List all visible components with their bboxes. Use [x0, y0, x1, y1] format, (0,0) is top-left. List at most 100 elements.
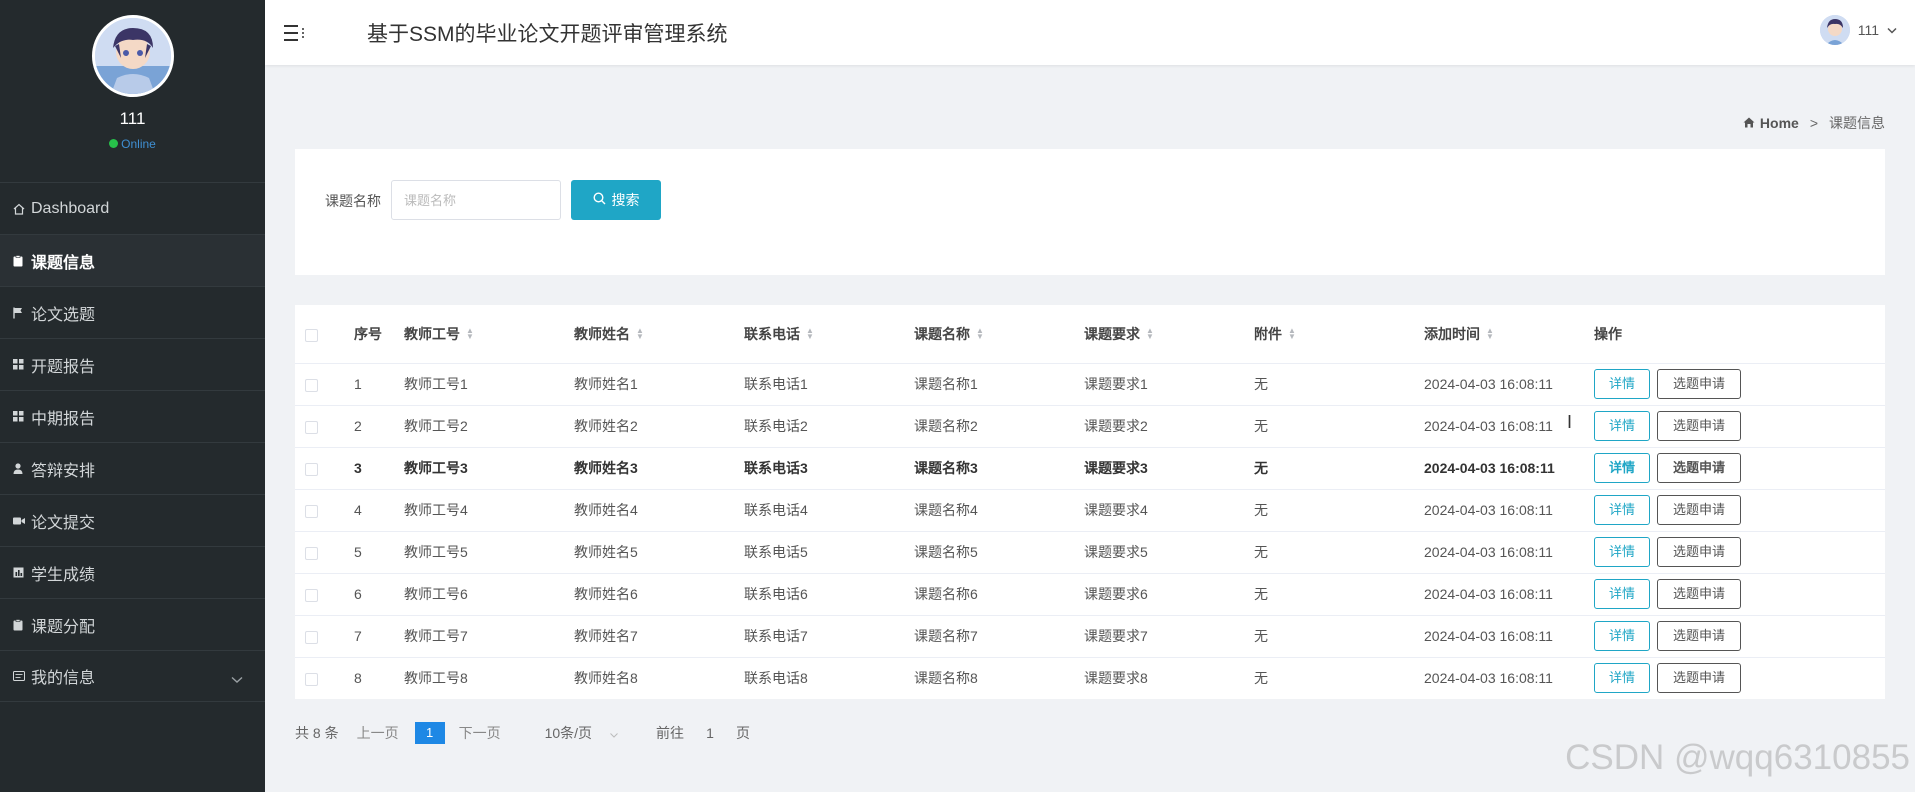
id-card-icon: [13, 671, 29, 681]
row-checkbox[interactable]: [305, 378, 318, 392]
table-cell: 课题要求8: [1084, 670, 1148, 687]
sidebar-item-my-info[interactable]: 我的信息: [0, 650, 265, 702]
apply-topic-button[interactable]: 选题申请: [1657, 537, 1742, 567]
sort-icon[interactable]: ▲ ▼: [1486, 327, 1494, 341]
chevron-down-icon: [610, 725, 618, 741]
column-header[interactable]: 课题名称 ▲ ▼: [914, 305, 1084, 363]
page-number-button[interactable]: 1: [414, 722, 445, 744]
apply-topic-button[interactable]: 选题申请: [1657, 579, 1742, 609]
profile-panel: 111 Online: [0, 0, 265, 182]
detail-button[interactable]: 详情: [1594, 453, 1651, 483]
detail-button[interactable]: 详情: [1594, 369, 1651, 399]
sidebar-item-midterm-report[interactable]: 中期报告: [0, 390, 265, 442]
chevron-down-icon[interactable]: [231, 671, 243, 689]
apply-topic-button[interactable]: 选题申请: [1657, 411, 1742, 441]
sidebar-item-label: 课题分配: [31, 618, 96, 636]
profile-name: 111: [119, 109, 146, 128]
sidebar-item-defense-schedule[interactable]: 答辩安排: [0, 442, 265, 494]
search-button[interactable]: 搜索: [571, 180, 661, 220]
column-header-label: 课题名称: [914, 325, 970, 342]
column-header[interactable]: 添加时间 ▲ ▼: [1424, 305, 1594, 363]
sort-icon[interactable]: ▲ ▼: [466, 327, 474, 341]
menu-toggle-icon[interactable]: [282, 21, 306, 45]
table-cell: 联系电话7: [744, 628, 808, 644]
sidebar-item-topic-assignment[interactable]: 课题分配: [0, 598, 265, 650]
table-cell: 教师姓名3: [574, 460, 638, 476]
row-checkbox[interactable]: [305, 630, 318, 644]
sort-icon[interactable]: ▲ ▼: [1288, 327, 1296, 341]
table-cell: 无: [1254, 628, 1268, 644]
detail-button[interactable]: 详情: [1594, 579, 1651, 609]
table-cell: 课题名称1: [914, 376, 978, 392]
search-panel: 课题名称 搜索: [295, 149, 1885, 275]
detail-button[interactable]: 详情: [1594, 537, 1651, 567]
detail-button[interactable]: 详情: [1594, 663, 1651, 694]
sidebar-item-dashboard[interactable]: Dashboard: [0, 182, 265, 234]
column-header-label: 教师姓名: [574, 325, 630, 342]
sidebar-item-topic-info[interactable]: 课题信息: [0, 234, 265, 286]
clipboard-icon: [13, 618, 29, 631]
table-cell: 1: [354, 376, 362, 392]
table-cell: 无: [1254, 460, 1268, 476]
user-avatar[interactable]: [1819, 15, 1850, 45]
sidebar-item-label: 学生成绩: [31, 566, 96, 584]
breadcrumb-home[interactable]: Home: [1743, 115, 1799, 131]
sidebar-item-label: 答辩安排: [31, 462, 96, 480]
sort-icon[interactable]: ▲ ▼: [976, 327, 984, 341]
sidebar-item-student-grades[interactable]: 学生成绩: [0, 546, 265, 598]
column-header[interactable]: 附件 ▲ ▼: [1254, 305, 1424, 363]
row-checkbox[interactable]: [305, 588, 318, 602]
sort-icon[interactable]: ▲ ▼: [636, 327, 644, 341]
apply-topic-button[interactable]: 选题申请: [1657, 663, 1742, 694]
goto-page-input[interactable]: 1: [692, 725, 728, 741]
sidebar-item-thesis-submission[interactable]: 论文提交: [0, 494, 265, 546]
column-header-label: 添加时间: [1424, 325, 1480, 342]
select-all-checkbox[interactable]: [305, 328, 318, 342]
table-cell: 教师工号4: [404, 502, 468, 518]
row-actions: 详情 选题申请: [1594, 657, 1885, 699]
sidebar-item-opening-report[interactable]: 开题报告: [0, 338, 265, 390]
status-label: Online: [121, 137, 156, 151]
apply-topic-button[interactable]: 选题申请: [1657, 453, 1742, 483]
table-cell: 教师姓名8: [574, 670, 638, 687]
table-cell: 无: [1254, 502, 1268, 518]
detail-button[interactable]: 详情: [1594, 411, 1651, 441]
column-header[interactable]: 课题要求 ▲ ▼: [1084, 305, 1254, 363]
table-row: 4 教师工号4 教师姓名4 联系电话4 课题名称4 课题要求4 无 2024-04-03 16…: [295, 489, 1885, 531]
column-header[interactable]: 教师姓名 ▲ ▼: [574, 305, 744, 363]
column-header[interactable]: 联系电话 ▲ ▼: [744, 305, 914, 363]
table-header-row: 序号 教师工号 ▲ ▼ 教师姓名 ▲ ▼ 联系电话 ▲ ▼ 课题名称 ▲ ▼ 课题要求 ▲ ▼ 附件…: [295, 305, 1885, 363]
next-page-button[interactable]: 下一页: [459, 723, 501, 743]
detail-button[interactable]: 详情: [1594, 621, 1651, 651]
detail-button[interactable]: 详情: [1594, 495, 1651, 525]
table-row: 3 教师工号3 教师姓名3 联系电话3 课题名称3 课题要求3 无 2024-04-03 16…: [295, 447, 1885, 489]
avatar[interactable]: [91, 15, 174, 97]
table-cell: 联系电话4: [744, 502, 808, 518]
row-checkbox[interactable]: [305, 504, 318, 518]
row-checkbox[interactable]: [305, 673, 318, 687]
apply-topic-button[interactable]: 选题申请: [1657, 495, 1742, 525]
breadcrumb-separator: >: [1809, 115, 1818, 131]
page-size-select[interactable]: 10条/页: [545, 723, 618, 743]
user-menu[interactable]: 111: [1819, 15, 1897, 45]
page-size-value: 10条/页: [544, 725, 593, 741]
prev-page-button[interactable]: 上一页: [357, 723, 399, 743]
apply-topic-button[interactable]: 选题申请: [1657, 369, 1742, 399]
sidebar-item-label: Dashboard: [31, 199, 110, 217]
column-header[interactable]: 教师工号 ▲ ▼: [404, 305, 574, 363]
sort-icon[interactable]: ▲ ▼: [1146, 327, 1154, 341]
pagination: 共 8 条 上一页 1 下一页 10条/页 前往 1 页: [295, 722, 750, 744]
table-cell: 教师姓名7: [574, 628, 638, 644]
table-cell: 2024-04-03 16:08:11: [1424, 670, 1553, 687]
row-checkbox[interactable]: [305, 546, 318, 560]
apply-topic-button[interactable]: 选题申请: [1657, 621, 1742, 651]
sort-icon[interactable]: ▲ ▼: [806, 327, 814, 341]
chevron-down-icon[interactable]: [1887, 21, 1897, 39]
column-header-label: 教师工号: [404, 325, 460, 342]
table-cell: 3: [354, 460, 362, 476]
search-label: 课题名称: [325, 193, 381, 209]
row-checkbox[interactable]: [305, 462, 318, 476]
sidebar-item-thesis-selection[interactable]: 论文选题: [0, 286, 265, 338]
row-checkbox[interactable]: [305, 420, 318, 434]
search-input[interactable]: [391, 180, 561, 220]
